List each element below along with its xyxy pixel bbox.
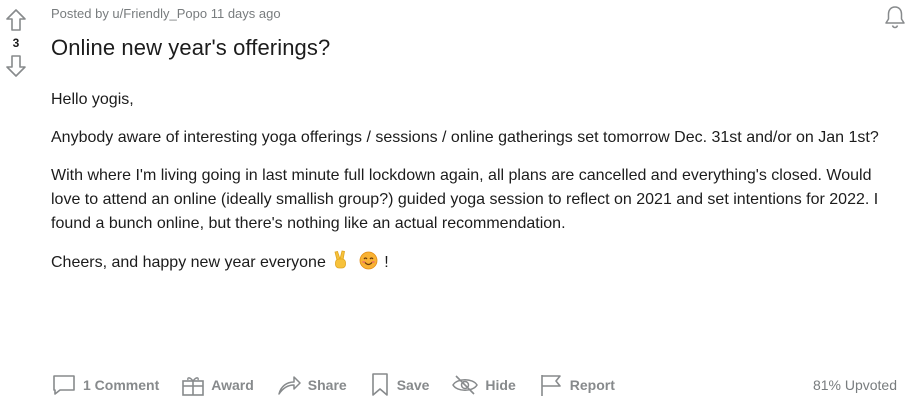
post-body: Hello yogis, Anybody aware of interestin…	[51, 88, 901, 292]
eye-slash-icon	[452, 375, 479, 395]
post-paragraph-last: Cheers, and happy new year everyone !	[51, 250, 901, 278]
bookmark-icon	[371, 373, 388, 396]
closing-text: Cheers, and happy new year everyone	[51, 254, 326, 271]
share-arrow-icon	[278, 376, 301, 395]
comments-button[interactable]: 1 Comment	[51, 373, 159, 397]
victory-hand-icon	[334, 250, 347, 269]
award-button[interactable]: Award	[181, 373, 254, 397]
closing-punctuation: !	[384, 254, 389, 271]
bell-icon	[885, 6, 905, 29]
gift-icon	[182, 377, 205, 396]
post-meta: Posted by u/Friendly_Popo 11 days ago	[51, 6, 281, 21]
post-paragraph: With where I'm living going in last minu…	[51, 167, 879, 232]
post-paragraph: Hello yogis,	[51, 91, 134, 108]
post-title: Online new year's offerings?	[51, 35, 331, 60]
hide-label: Hide	[485, 377, 516, 393]
smiling-face-icon	[359, 251, 378, 270]
post-actions-bar: 1 Comment Award Share Save Hide Report 8…	[51, 368, 897, 402]
report-label: Report	[569, 377, 615, 393]
save-label: Save	[396, 377, 430, 393]
vote-column: 3	[0, 0, 32, 78]
vote-score: 3	[12, 36, 20, 50]
victory-hand-emoji	[332, 250, 350, 278]
report-button[interactable]: Report	[538, 372, 615, 398]
save-button[interactable]: Save	[369, 372, 430, 398]
downvote-arrow-icon	[6, 55, 26, 77]
comment-icon	[53, 375, 75, 395]
upvote-ratio: 81% Upvoted	[812, 377, 897, 393]
notifications-button[interactable]	[883, 4, 907, 35]
upvote-arrow-icon	[6, 9, 26, 31]
hide-button[interactable]: Hide	[451, 373, 516, 397]
award-label: Award	[211, 377, 254, 393]
share-label: Share	[307, 377, 347, 393]
downvote-button[interactable]	[5, 54, 27, 78]
post-paragraph: Anybody aware of interesting yoga offeri…	[51, 129, 879, 146]
share-button[interactable]: Share	[276, 373, 347, 397]
upvote-button[interactable]	[5, 8, 27, 32]
comments-label: 1 Comment	[83, 377, 160, 393]
smiling-face-emoji	[359, 251, 378, 278]
flag-icon	[540, 375, 561, 396]
